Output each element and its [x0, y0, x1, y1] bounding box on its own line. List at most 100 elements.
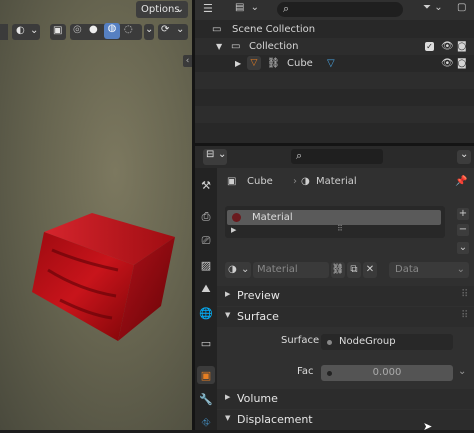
chevron-right-icon: › [293, 176, 297, 187]
close-icon: ✕ [365, 264, 375, 275]
collection-tab[interactable]: ▭ [197, 334, 215, 352]
breadcrumb: ▣ Cube › ◑ Material 📌 [225, 174, 467, 190]
mesh-data-icon[interactable]: ▽ [327, 55, 335, 72]
filter-icon: ⏷ [423, 2, 431, 13]
outliner-search-input[interactable]: ⌕ [277, 2, 403, 17]
object-icon: ▣ [227, 176, 237, 187]
outliner-list-icon: ☰ [203, 2, 213, 15]
output-tab[interactable]: ⎚ [197, 232, 215, 250]
surface-node-field[interactable]: NodeGroup [321, 334, 453, 350]
material-name-value: Material [257, 264, 298, 275]
editor-type-button[interactable]: ☰ [203, 2, 221, 18]
display-mode-dropdown[interactable]: ▤ ⌄ [235, 2, 263, 18]
chevron-down-icon: ⌄ [434, 2, 443, 13]
editor-type-button[interactable]: ⊟ ⌄ [203, 149, 227, 165]
render-tab[interactable]: ⎙ [197, 208, 215, 226]
add-slot-button[interactable]: + [457, 208, 469, 220]
particles-icon: ⛗ [201, 416, 211, 429]
material-name-field[interactable]: Material [253, 262, 329, 278]
preview-panel-header[interactable]: ▶ Preview ⠿ [217, 286, 474, 306]
eye-icon[interactable]: 👁 [441, 55, 454, 72]
chevron-down-icon: ⌄ [218, 149, 227, 160]
volume-panel-header[interactable]: ▶ Volume [217, 389, 474, 409]
copy-icon: ⧉ [350, 264, 358, 275]
material-slot-item[interactable]: Material [227, 210, 441, 225]
socket-dot-icon [327, 371, 332, 376]
outliner-header: ☰ ▤ ⌄ ⌕ ⏷ ⌄ ▢ [195, 0, 474, 20]
outliner: ☰ ▤ ⌄ ⌕ ⏷ ⌄ ▢ ▭ Scene Collection ▼ ▭ Col… [195, 0, 474, 143]
image-icon: ▨ [200, 258, 212, 272]
eye-icon[interactable]: 👁 [441, 38, 454, 55]
browse-material-button[interactable]: ◑ ⌄ [225, 262, 251, 278]
surface-panel-title: Surface [237, 310, 279, 323]
wrench-icon: 🔧 [199, 392, 213, 406]
fac-field-label: Fac [297, 366, 314, 377]
filter-dropdown[interactable]: ⏷ ⌄ [423, 2, 451, 18]
fake-user-button[interactable]: ⛓ [331, 262, 345, 278]
list-expand-icon[interactable]: ▶ [231, 226, 236, 234]
breadcrumb-material[interactable]: Material [316, 174, 357, 190]
new-collection-button[interactable]: ▢ [457, 2, 471, 18]
3d-viewport[interactable]: Options ⌄ ◐ ⌄ ▣ ◎ ● ◍ ◌ ⌄ ⟳ ⌄ ‹ [0, 0, 192, 430]
modifier-tab[interactable]: 🔧 [197, 390, 215, 408]
collection-icon: ▭ [231, 41, 241, 52]
slot-specials-button[interactable]: ⌄ [457, 242, 469, 254]
disclosure-triangle-icon: ▶ [225, 393, 231, 401]
new-collection-icon: ▢ [457, 2, 467, 13]
preview-panel-title: Preview [237, 289, 280, 302]
exclude-checkbox[interactable]: ✓ [425, 42, 434, 51]
remove-slot-button[interactable]: − [457, 224, 469, 236]
disclosure-triangle-icon[interactable]: ▼ [216, 38, 222, 55]
displacement-panel-header[interactable]: ▼ Displacement [217, 410, 474, 430]
mesh-object-icon: ▽ [247, 56, 261, 70]
surface-panel-header[interactable]: ▼ Surface ⠿ [217, 307, 474, 327]
options-dropdown[interactable]: ⌄ [457, 149, 471, 164]
link-dropdown[interactable]: Data ⌄ [389, 262, 469, 278]
chevron-down-icon[interactable]: ⌄ [458, 366, 466, 377]
surface-node-value: NodeGroup [339, 336, 396, 347]
resize-grip-icon[interactable]: ⠿ [337, 224, 343, 233]
outliner-row-collection[interactable]: ▼ ▭ Collection ✓ 👁 ◙ [195, 38, 474, 55]
cube-label: Cube [287, 58, 313, 69]
drag-handle-icon[interactable]: ⠿ [461, 310, 468, 321]
world-tab[interactable]: 🌐 [197, 304, 215, 322]
disclosure-triangle-icon[interactable]: ▶ [235, 55, 241, 72]
search-icon: ⌕ [296, 149, 303, 162]
material-slot-list[interactable]: Material ▶ ⠿ [225, 206, 445, 238]
fac-slider[interactable]: 0.000 [321, 365, 453, 381]
properties-icon: ⊟ [206, 149, 215, 160]
camera-icon[interactable]: ◙ [457, 38, 467, 55]
cube-render[interactable] [0, 0, 192, 430]
unlink-button[interactable]: ✕ [363, 262, 377, 278]
tool-icon: ⚒ [201, 178, 211, 192]
surface-panel-body: Surface NodeGroup Fac 0.000 ⌄ [217, 328, 474, 388]
world-icon: 🌐 [199, 306, 213, 320]
outliner-row-scene-collection[interactable]: ▭ Scene Collection [195, 21, 474, 38]
scene-collection-label: Scene Collection [232, 24, 316, 35]
properties-header: ⊟ ⌄ ⌕ ⌄ [195, 146, 474, 168]
breadcrumb-object[interactable]: Cube [247, 174, 273, 190]
volume-panel-title: Volume [237, 392, 278, 405]
duplicate-button[interactable]: ⧉ [347, 262, 361, 278]
object-tab[interactable]: ▣ [197, 366, 215, 384]
material-datablock-row: ◑ ⌄ Material ⛓ ⧉ ✕ Data ⌄ [225, 262, 471, 278]
drag-handle-icon[interactable]: ⠿ [461, 289, 468, 300]
printer-icon: ⎚ [201, 234, 211, 247]
chevron-down-icon: ⌄ [250, 2, 260, 13]
render-icon: ⎙ [201, 210, 211, 223]
link-icon: ⛓ [331, 264, 345, 275]
scene-tab[interactable]: ⛰ [197, 280, 215, 298]
material-icon: ◑ [228, 264, 237, 275]
particles-tab[interactable]: ⛗ [197, 414, 215, 432]
pin-icon[interactable]: 📌 [455, 174, 467, 190]
mouse-cursor-icon: ➤ [423, 420, 433, 433]
tool-tab[interactable]: ⚒ [197, 176, 215, 194]
disclosure-triangle-icon: ▼ [225, 414, 231, 422]
properties-search-input[interactable]: ⌕ [291, 149, 383, 164]
view-layer-tab[interactable]: ▨ [197, 256, 215, 274]
material-icon: ◑ [301, 176, 310, 187]
camera-icon[interactable]: ◙ [457, 55, 467, 72]
outliner-row-cube[interactable]: ▶ ▽ ⛓ Cube ▽ 👁 ◙ [195, 55, 474, 72]
collection-label: Collection [249, 41, 299, 52]
collection-box-icon: ▭ [200, 336, 212, 350]
